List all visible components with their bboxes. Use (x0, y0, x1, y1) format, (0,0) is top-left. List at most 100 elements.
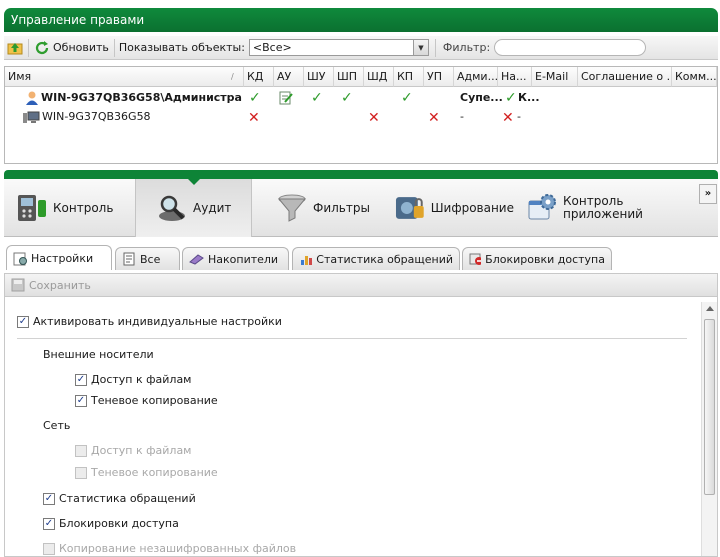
checkbox-checked-icon: ✓ (75, 373, 87, 386)
window-title: Управление правами (4, 8, 718, 32)
chart-icon (301, 256, 312, 265)
tab-access-blocks[interactable]: Блокировки доступа (462, 247, 612, 270)
access-blocks-checkbox[interactable]: ✓ Блокировки доступа (43, 517, 179, 530)
column-header[interactable]: АУ (274, 67, 304, 87)
tab-access-stats-label: Статистика обращений (316, 252, 453, 266)
save-toolbar: Сохранить (4, 273, 718, 297)
vertical-scrollbar[interactable] (701, 302, 717, 556)
users-grid: Имя ∕ КД АУ ШУ ШП ШД КП УП Адми... На...… (4, 66, 718, 164)
column-header[interactable]: Соглашение о ... (578, 67, 672, 87)
tab-settings-label: Настройки (31, 251, 94, 265)
tab-control-label: Контроль (53, 201, 114, 215)
checkbox-disabled-icon (43, 542, 55, 555)
check-icon: ✓ (311, 90, 323, 106)
settings-panel: ✓ Активировать индивидуальные настройки В… (4, 297, 718, 557)
user-name: WIN-9G37QB36G58\Администра... (41, 91, 243, 104)
shadow-copy-label: Теневое копирование (91, 394, 218, 407)
column-header[interactable]: На... (498, 67, 532, 87)
admin-cell: - (460, 110, 464, 123)
checkbox-checked-icon: ✓ (75, 394, 87, 407)
access-stats-label: Статистика обращений (59, 492, 196, 505)
checkbox-checked-icon: ✓ (17, 315, 29, 328)
net-file-access-label: Доступ к файлам (91, 444, 192, 457)
checkbox-disabled-icon (75, 444, 87, 457)
filter-label: Фильтр: (442, 41, 491, 54)
tab-audit[interactable]: Аудит (135, 179, 252, 237)
tab-audit-label: Аудит (193, 201, 232, 215)
funnel-icon (277, 194, 307, 222)
objects-select[interactable]: <Все> ▼ (248, 39, 429, 56)
deny-icon: ✕ (248, 110, 260, 126)
more-tabs-button[interactable]: » (699, 184, 717, 204)
net-file-access-checkbox[interactable]: Доступ к файлам (75, 444, 191, 457)
activate-label: Активировать индивидуальные настройки (33, 315, 282, 328)
computer-icon (23, 111, 41, 127)
tab-control[interactable]: Контроль (16, 179, 134, 237)
column-header[interactable]: КП (394, 67, 424, 87)
toolbar-separator (434, 38, 436, 57)
save-label: Сохранить (29, 278, 91, 292)
column-header[interactable]: ШП (334, 67, 364, 87)
column-header[interactable]: КД (244, 67, 274, 87)
refresh-icon (34, 40, 50, 56)
settings-icon (13, 252, 27, 265)
unencrypted-copy-checkbox[interactable]: Копирование незашифрованных файлов (43, 542, 296, 555)
usb-drive-icon (189, 254, 204, 265)
checkbox-checked-icon: ✓ (43, 517, 55, 530)
encryption-icon (395, 197, 424, 219)
tab-filters-label: Фильтры (313, 201, 370, 215)
module-tabs-top-bar (4, 170, 718, 179)
document-icon (123, 252, 135, 266)
magnifier-icon (159, 195, 185, 221)
na-cell: К... (518, 91, 540, 104)
file-access-label: Доступ к файлам (91, 373, 192, 386)
column-header[interactable]: ШУ (304, 67, 334, 87)
tab-access-blocks-label: Блокировки доступа (485, 252, 605, 266)
tab-app-control-label: Контроль приложений (563, 194, 643, 221)
tab-filters[interactable]: Фильтры (276, 179, 386, 237)
column-header[interactable]: Имя (5, 67, 244, 87)
column-header[interactable]: Адми... (454, 67, 498, 87)
scrollbar-thumb[interactable] (704, 319, 715, 495)
file-access-checkbox[interactable]: ✓ Доступ к файлам (75, 373, 191, 386)
checkbox-disabled-icon (75, 466, 87, 479)
tab-encryption[interactable]: Шифрование (394, 179, 514, 237)
up-button[interactable] (4, 38, 26, 58)
save-button[interactable]: Сохранить (11, 278, 91, 292)
tab-all-label: Все (140, 252, 161, 266)
check-icon: ✓ (505, 90, 517, 106)
block-icon (469, 253, 482, 265)
tab-drives[interactable]: Накопители (182, 247, 289, 270)
net-shadow-copy-checkbox[interactable]: Теневое копирование (75, 466, 218, 479)
chevron-down-icon[interactable]: ▼ (412, 40, 428, 55)
toolbar-separator (28, 38, 29, 57)
column-header[interactable]: ШД (364, 67, 394, 87)
shadow-copy-checkbox[interactable]: ✓ Теневое копирование (75, 394, 218, 407)
deny-icon: ✕ (428, 110, 440, 126)
column-header[interactable]: Комм... (672, 67, 717, 87)
check-icon: ✓ (401, 90, 413, 106)
column-header[interactable]: УП (424, 67, 454, 87)
access-stats-checkbox[interactable]: ✓ Статистика обращений (43, 492, 196, 505)
activate-checkbox[interactable]: ✓ Активировать индивидуальные настройки (17, 315, 282, 328)
audit-note-icon (279, 91, 293, 108)
net-shadow-copy-label: Теневое копирование (91, 466, 218, 479)
tab-app-control[interactable]: Контроль приложений (526, 179, 676, 237)
access-panel-icon (18, 195, 46, 221)
divider (17, 338, 687, 339)
access-blocks-label: Блокировки доступа (59, 517, 179, 530)
active-tab-marker (188, 179, 200, 185)
na-cell: - (517, 110, 521, 123)
tab-access-stats[interactable]: Статистика обращений (292, 247, 460, 270)
deny-icon: ✕ (368, 110, 380, 126)
folder-up-icon (7, 40, 23, 56)
column-header[interactable]: E-Mail (532, 67, 578, 87)
refresh-button[interactable]: Обновить (31, 38, 112, 58)
toolbar: Обновить Показывать объекты: <Все> ▼ Фил… (4, 36, 718, 60)
refresh-label: Обновить (53, 41, 109, 54)
objects-select-value: <Все> (252, 41, 292, 54)
scroll-up-icon[interactable] (706, 306, 714, 311)
filter-input[interactable] (494, 39, 647, 56)
tab-all[interactable]: Все (115, 247, 180, 270)
tab-settings[interactable]: Настройки (6, 245, 112, 270)
